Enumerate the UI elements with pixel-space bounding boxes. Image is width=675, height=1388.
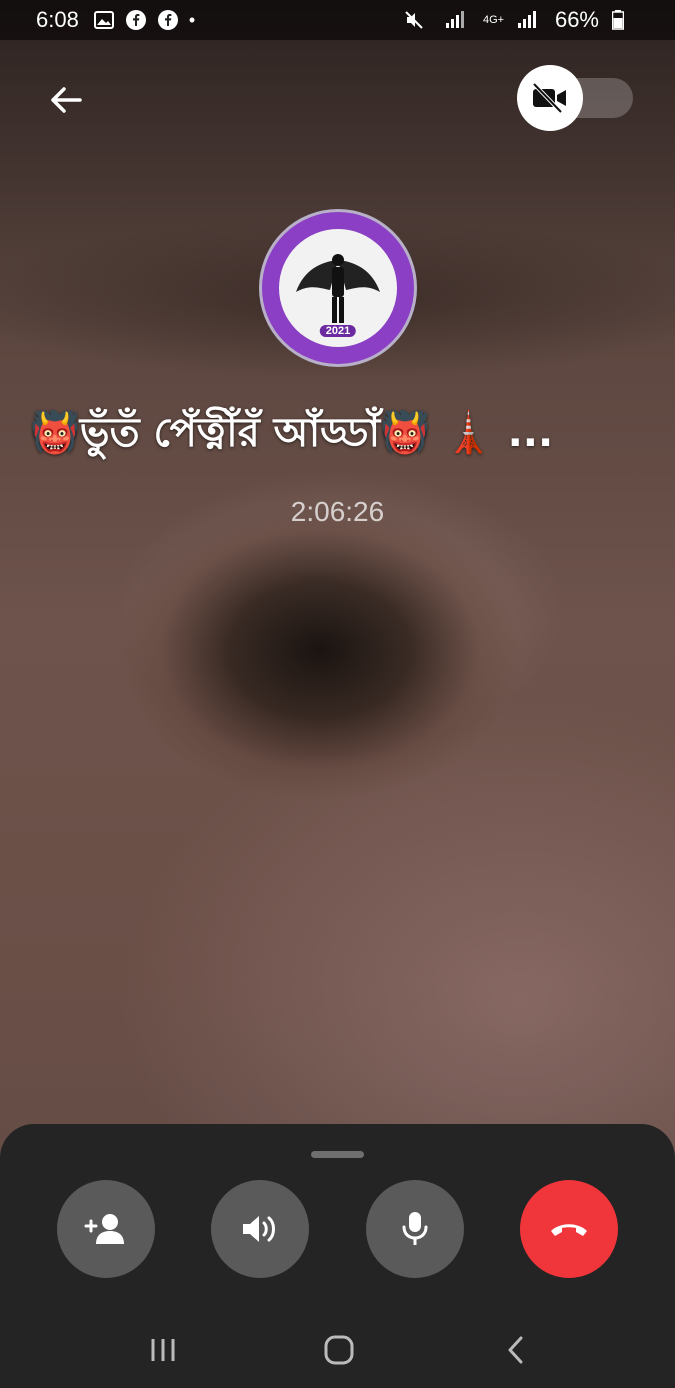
signal-icon (515, 9, 537, 31)
facebook-icon (157, 9, 179, 31)
winged-figure-icon (296, 254, 380, 323)
mic-icon (402, 1212, 428, 1245)
image-icon (93, 9, 115, 31)
group-avatar: 2021 (259, 209, 417, 367)
drag-handle[interactable] (311, 1151, 364, 1158)
add-person-icon (84, 1214, 124, 1244)
speaker-icon (243, 1216, 275, 1242)
status-right-icons: 4G+ 66% (403, 7, 639, 33)
back-button[interactable] (44, 78, 88, 122)
phone-hangup-icon (551, 1224, 587, 1236)
signal-icon (443, 9, 465, 31)
network-icon: 4G+ (482, 13, 505, 26)
home-button[interactable] (319, 1330, 359, 1370)
status-time: 6:08 (36, 7, 79, 32)
battery-icon (607, 9, 629, 31)
video-toggle[interactable] (517, 65, 633, 131)
mute-icon (403, 9, 425, 31)
avatar-year: 2021 (319, 325, 357, 337)
home-icon (324, 1335, 354, 1365)
battery-percent: 66% (554, 7, 599, 32)
mic-button[interactable] (366, 1180, 464, 1278)
end-call-button[interactable] (520, 1180, 618, 1278)
facebook-icon (125, 9, 147, 31)
call-duration: 2:06:26 (290, 496, 385, 527)
recent-apps-icon (151, 1339, 175, 1361)
video-toggle-knob[interactable] (517, 65, 583, 131)
status-dot: • (188, 9, 196, 30)
avatar-image: 2021 (279, 229, 397, 347)
chevron-left-icon (508, 1336, 523, 1364)
recent-apps-button[interactable] (143, 1330, 183, 1370)
video-off-icon (532, 83, 566, 113)
system-back-button[interactable] (495, 1330, 535, 1370)
status-bar: 6:08 • 4G+ 66% (0, 0, 675, 40)
system-navigation-bar (0, 1310, 675, 1388)
call-title: 👹ভুঁতঁ পেঁত্নীঁরঁ আঁড্ডাঁ👹 🗼 ... (30, 410, 554, 456)
arrow-left-icon (51, 87, 82, 113)
speaker-button[interactable] (211, 1180, 309, 1278)
add-person-button[interactable] (57, 1180, 155, 1278)
